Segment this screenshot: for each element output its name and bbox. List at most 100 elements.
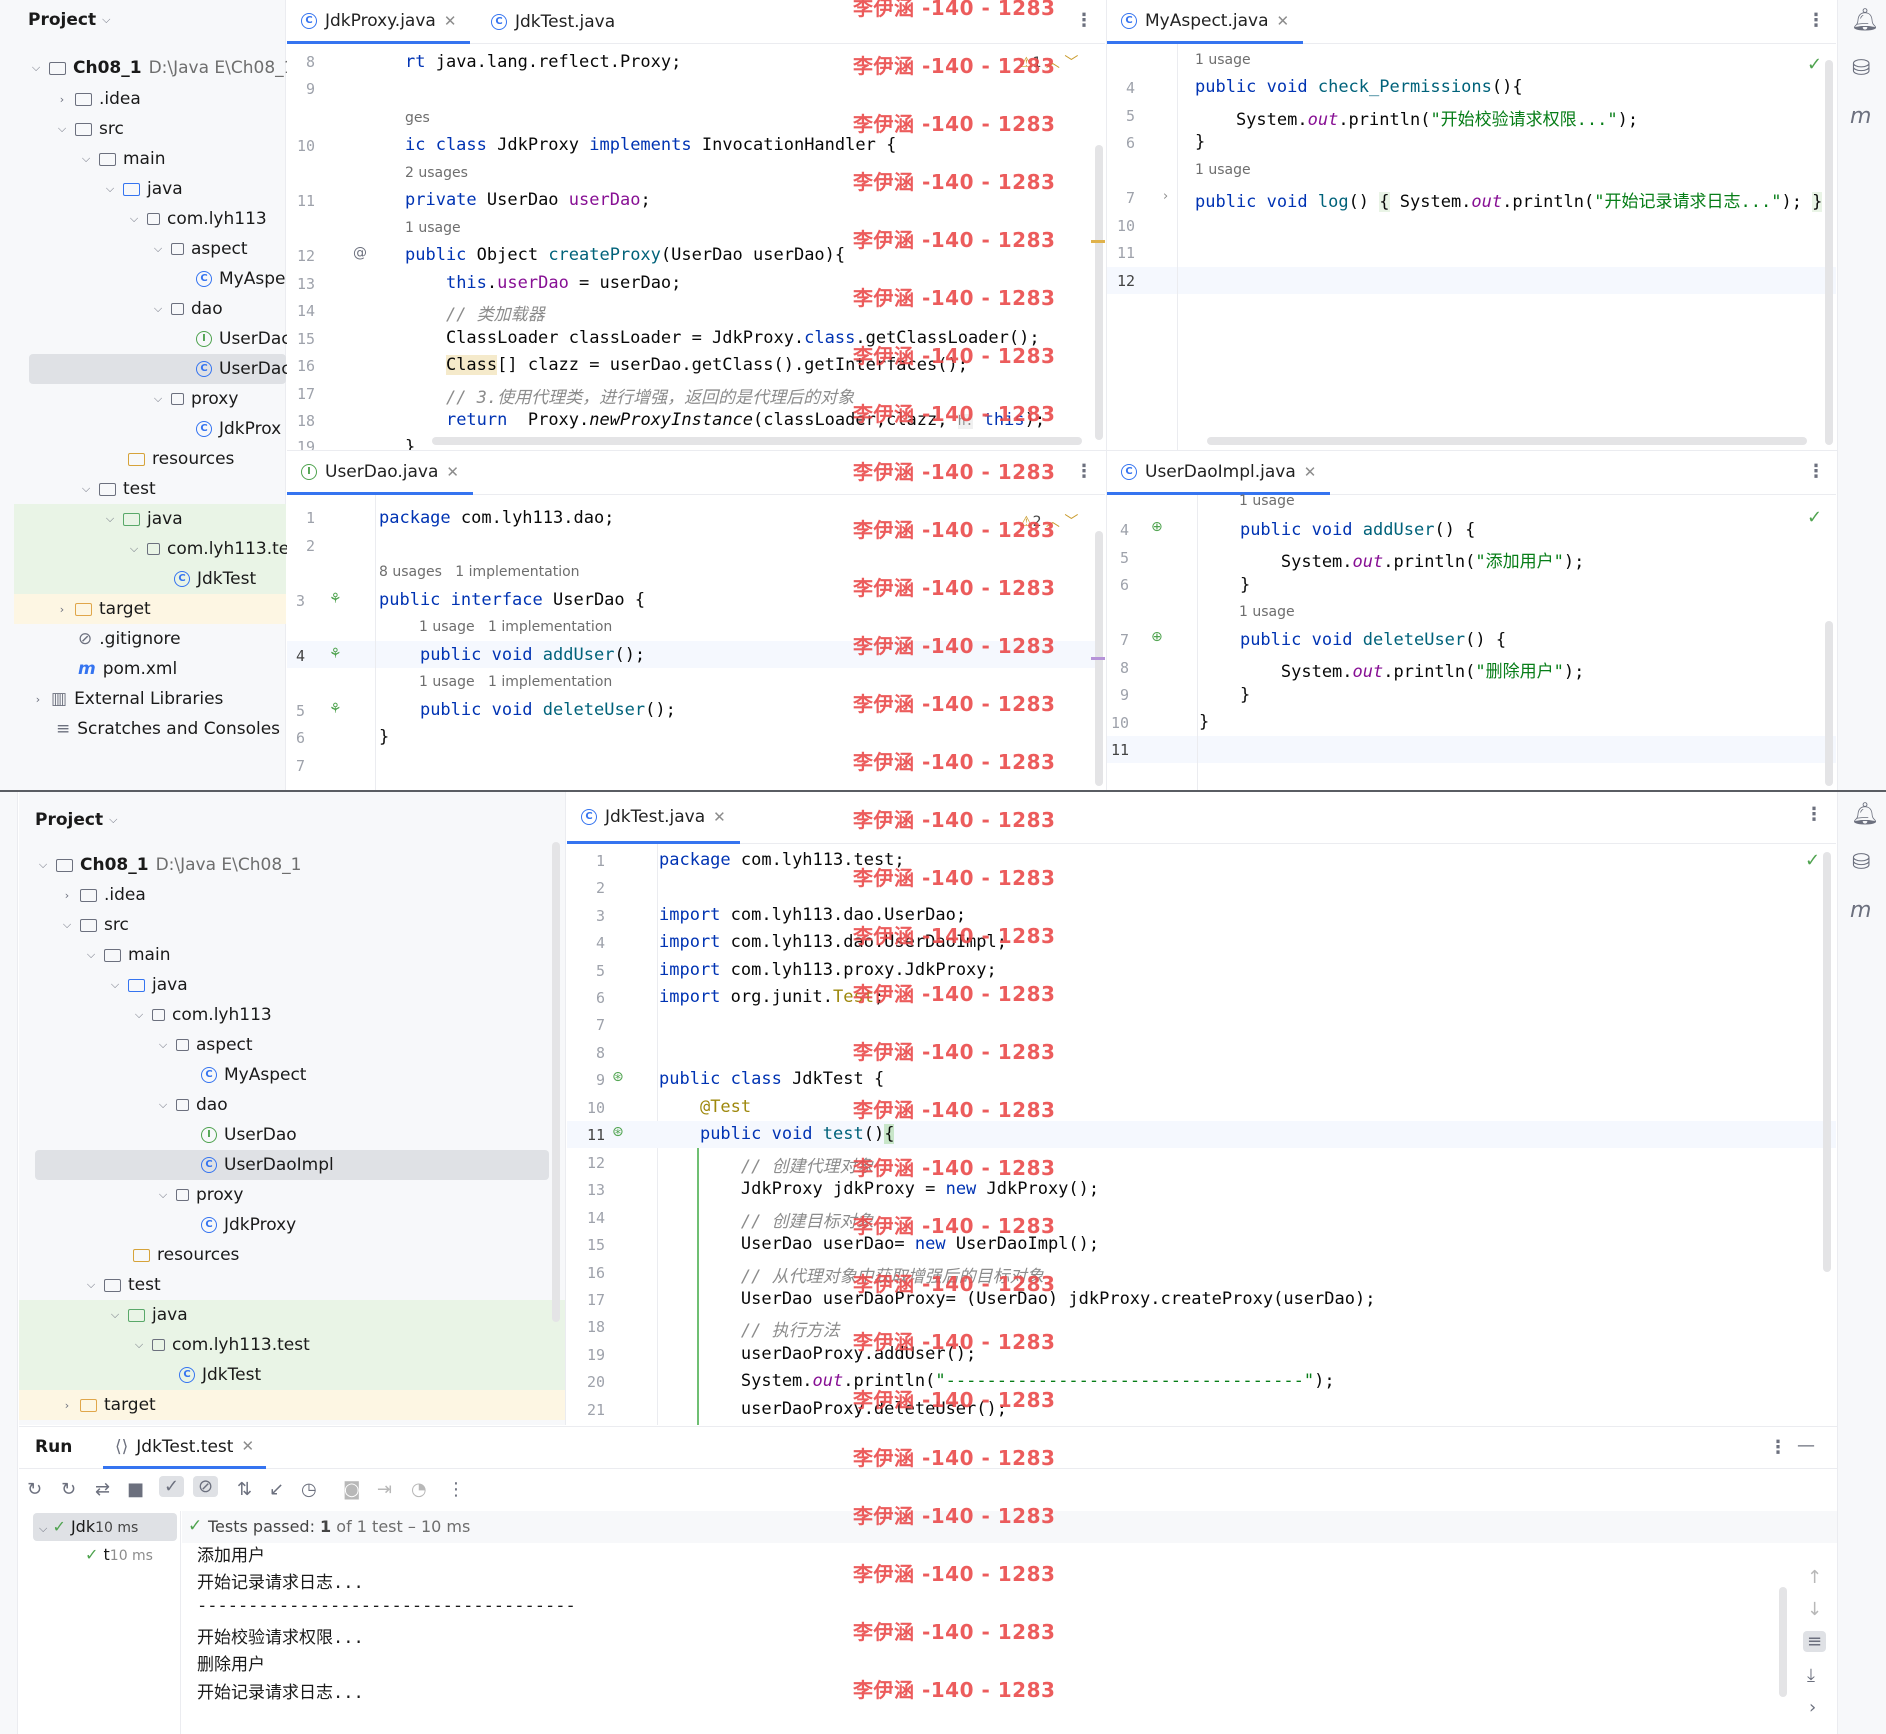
usage-hint[interactable]: 1 usage bbox=[1239, 493, 1295, 509]
tree-item[interactable]: ⌵ aspect bbox=[152, 234, 248, 264]
code-line[interactable]: // 类加载器 bbox=[405, 300, 545, 325]
sort-icon[interactable]: ⇅ bbox=[237, 1479, 252, 1500]
code-line[interactable]: package com.lyh113.test; bbox=[659, 850, 905, 870]
tab-userdaoimpl[interactable]: C UserDaoImpl.java ✕ bbox=[1107, 451, 1331, 495]
soft-wrap-icon[interactable]: ≡ bbox=[1803, 1631, 1827, 1652]
tree-root[interactable]: ⌵ Ch08_1 D:\Java E\Ch08_1 bbox=[30, 53, 295, 83]
code-line[interactable]: public interface UserDao { bbox=[379, 590, 645, 610]
usage-hint[interactable]: ges bbox=[405, 110, 430, 126]
code-line[interactable]: System.out.println("开始校验请求权限..."); bbox=[1195, 105, 1638, 130]
tree-item[interactable]: ⌵ java bbox=[109, 970, 188, 1000]
tab-jdktest[interactable]: C JdkTest.java ✕ bbox=[567, 792, 740, 844]
usage-hint[interactable]: 1 usage bbox=[1239, 604, 1295, 620]
scrollbar[interactable] bbox=[1779, 1587, 1787, 1697]
code-line[interactable]: rt java.lang.reflect.Proxy; bbox=[405, 52, 681, 72]
tree-item[interactable]: ⌵ com.lyh113 bbox=[128, 204, 267, 234]
usage-hint[interactable]: 1 usage bbox=[405, 220, 461, 236]
h-scrollbar[interactable] bbox=[1207, 437, 1807, 445]
more-icon[interactable]: ⋮ bbox=[1769, 1437, 1787, 1458]
scroll-to-end-icon[interactable]: ⤓ bbox=[1807, 1665, 1815, 1686]
show-ignored-icon[interactable]: ⊘ bbox=[193, 1476, 219, 1497]
usage-hint[interactable]: 1 usage 1 implementation bbox=[419, 674, 612, 690]
tree-item-selected[interactable]: C UserDac bbox=[196, 354, 291, 384]
code-line[interactable]: public void deleteUser(); bbox=[379, 700, 676, 720]
code-line[interactable]: import com.lyh113.proxy.JdkProxy; bbox=[659, 960, 997, 980]
code-line[interactable]: package com.lyh113.dao; bbox=[379, 508, 614, 528]
close-icon[interactable]: ✕ bbox=[1304, 463, 1317, 481]
code-line[interactable]: // 3.使用代理类，进行增强，返回的是代理后的对象 bbox=[405, 383, 854, 408]
arrow-up-icon[interactable]: ↑ bbox=[1807, 1567, 1822, 1588]
tree-item[interactable]: I UserDao bbox=[201, 1120, 297, 1150]
code-line[interactable]: // 创建目标对象 bbox=[659, 1207, 874, 1232]
code-line[interactable]: public class JdkTest { bbox=[659, 1069, 884, 1089]
tree-item[interactable]: ⌵ proxy bbox=[157, 1180, 244, 1210]
code-line[interactable]: } bbox=[1195, 132, 1205, 152]
tree-item[interactable]: resources bbox=[128, 444, 234, 474]
code-line[interactable]: public void log() { System.out.println("… bbox=[1195, 187, 1823, 212]
tree-item[interactable]: › target bbox=[61, 1390, 156, 1420]
tab-myaspect[interactable]: C MyAspect.java ✕ bbox=[1107, 0, 1304, 44]
test-tree-root[interactable]: ⌵ ✓ Jdk10 ms bbox=[39, 1517, 138, 1536]
export-icon[interactable]: ⇥ bbox=[377, 1479, 392, 1500]
collapse-icon[interactable]: ↙ bbox=[269, 1479, 284, 1500]
tree-item[interactable]: ⌵ test bbox=[85, 1270, 161, 1300]
code-line[interactable]: import org.junit.Test; bbox=[659, 987, 884, 1007]
close-icon[interactable]: ✕ bbox=[713, 808, 726, 826]
at-icon[interactable]: @ bbox=[353, 245, 367, 261]
code-line[interactable]: UserDao userDaoProxy= (UserDao) jdkProxy… bbox=[659, 1289, 1376, 1309]
tree-item[interactable]: ⊘ .gitignore bbox=[78, 624, 181, 654]
tree-item[interactable]: › .idea bbox=[61, 880, 146, 910]
usage-hint[interactable]: 2 usages bbox=[405, 165, 468, 181]
usage-hint[interactable]: 1 usage 1 implementation bbox=[419, 619, 612, 635]
tree-item[interactable]: ⌵ com.lyh113.test bbox=[133, 1330, 310, 1360]
code-line[interactable]: userDaoProxy.deleteUser(); bbox=[659, 1399, 1007, 1419]
more-icon[interactable]: ⋮ bbox=[1075, 461, 1093, 482]
maven-icon[interactable]: m bbox=[1850, 898, 1871, 923]
show-passed-icon[interactable]: ✓ bbox=[159, 1476, 185, 1497]
code-line[interactable]: public void check_Permissions(){ bbox=[1195, 77, 1523, 97]
usage-hint[interactable]: 8 usages 1 implementation bbox=[379, 564, 580, 580]
code-line[interactable]: System.out.println("添加用户"); bbox=[1199, 547, 1584, 572]
more-icon[interactable]: ⋮ bbox=[1807, 10, 1825, 31]
run-test-icon[interactable]: ⊛ bbox=[612, 1124, 624, 1140]
close-icon[interactable]: ✕ bbox=[241, 1437, 254, 1466]
project-header[interactable]: Project ⌵ bbox=[28, 10, 110, 30]
notifications-icon[interactable]: 🔔︎ bbox=[1851, 8, 1879, 33]
close-icon[interactable]: ✕ bbox=[1277, 12, 1290, 30]
run-title[interactable]: Run bbox=[35, 1437, 72, 1457]
implements-icon[interactable]: ⊕︎ bbox=[1151, 629, 1163, 645]
tree-item[interactable]: ≡ Scratches and Consoles bbox=[56, 714, 280, 744]
maven-icon[interactable]: m bbox=[1850, 104, 1871, 129]
implements-icon[interactable]: ⊕︎ bbox=[1151, 519, 1163, 535]
arrow-down-icon[interactable]: ↓ bbox=[1807, 1599, 1822, 1620]
tree-root[interactable]: ⌵ Ch08_1 D:\Java E\Ch08_1 bbox=[37, 850, 302, 880]
implemented-icon[interactable]: ⚘ bbox=[329, 646, 342, 662]
tree-item[interactable]: ⌵ proxy bbox=[152, 384, 239, 414]
stop-icon[interactable]: ■ bbox=[127, 1479, 144, 1500]
code-line[interactable]: } bbox=[1199, 712, 1209, 732]
tree-item-selected[interactable]: C UserDaoImpl bbox=[201, 1150, 334, 1180]
code-line[interactable]: } bbox=[379, 727, 389, 747]
tree-item[interactable]: C JdkProx bbox=[196, 414, 281, 444]
code-line[interactable]: ic class JdkProxy implements InvocationH… bbox=[405, 135, 896, 155]
history-icon[interactable]: ◷ bbox=[301, 1479, 317, 1500]
implemented-icon[interactable]: ⚘ bbox=[329, 701, 342, 717]
rerun-icon[interactable]: ↻ bbox=[27, 1479, 42, 1500]
scrollbar[interactable] bbox=[1825, 60, 1833, 445]
close-icon[interactable]: ✕ bbox=[446, 463, 459, 481]
tree-item[interactable]: ⌵ dao bbox=[152, 294, 223, 324]
tree-item[interactable]: ⌵ java bbox=[104, 174, 183, 204]
toggle-auto-test-icon[interactable]: ⇄ bbox=[95, 1479, 110, 1500]
tree-item[interactable]: I UserDac bbox=[196, 324, 291, 354]
code-line[interactable]: @Test bbox=[659, 1097, 751, 1117]
tree-item[interactable]: ⌵ com.lyh113 bbox=[133, 1000, 272, 1030]
tree-item[interactable]: › target bbox=[56, 594, 151, 624]
code-line[interactable]: // 创建代理对象 bbox=[659, 1152, 874, 1177]
scrollbar[interactable] bbox=[1823, 852, 1831, 1272]
code-line[interactable]: System.out.println("--------------------… bbox=[659, 1371, 1335, 1391]
tab-jdkproxy[interactable]: C JdkProxy.java ✕ bbox=[287, 0, 471, 44]
code-line[interactable]: public Object createProxy(UserDao userDa… bbox=[405, 245, 845, 265]
code-line[interactable]: import com.lyh113.dao.UserDao; bbox=[659, 905, 966, 925]
code-line[interactable]: ClassLoader classLoader = JdkProxy.class… bbox=[405, 328, 1040, 348]
code-line[interactable]: public void deleteUser() { bbox=[1199, 630, 1506, 650]
